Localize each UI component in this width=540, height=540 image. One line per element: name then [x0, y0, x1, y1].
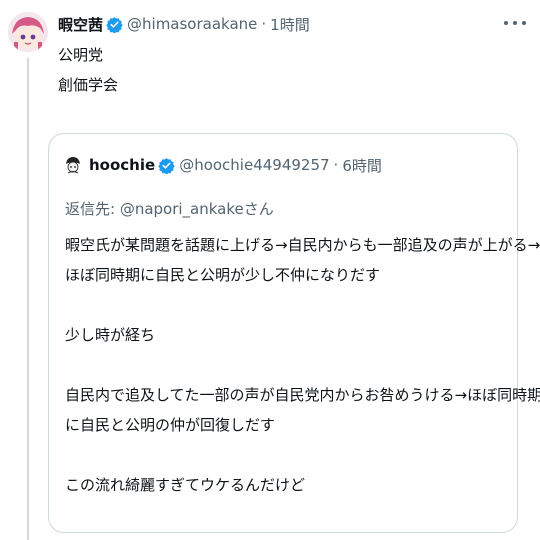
quoted-text-line: に自民と公明の仲が回復しだす	[65, 416, 276, 434]
thread-connector-line	[27, 58, 29, 540]
quoted-text-line	[65, 350, 509, 380]
reply-prefix: 返信先:	[65, 200, 120, 218]
verified-badge-icon	[106, 16, 123, 33]
reply-context: 返信先: @napori_ankakeさん	[65, 198, 274, 219]
quoted-display-name: hoochie	[89, 156, 156, 174]
quoted-text-line: ほぼ同時期に自民と公明が少し不仲になりだす	[65, 266, 381, 284]
quoted-text-line: 自民内で追及してた一部の声が自民党内からお咎めうける→ほぼ同時期	[65, 386, 540, 404]
quoted-text-line	[65, 290, 509, 320]
tweet-text-line: 公明党	[58, 46, 104, 64]
separator-dot: ·	[333, 156, 339, 174]
quoted-text-line: 暇空氏が某問題を話題に上げる→自民内からも一部追及の声が上がる→	[65, 236, 540, 254]
user-avatar[interactable]	[8, 12, 48, 52]
tweet-text-line: 創価学会	[58, 76, 119, 94]
quoted-user-avatar	[63, 155, 83, 175]
verified-badge-icon	[158, 157, 175, 174]
quoted-text-line: この流れ綺麗すぎてウケるんだけど	[65, 476, 306, 494]
tweet-header: 暇空茜 @himasoraakane · 1時間	[58, 12, 310, 36]
quoted-timestamp: 6時間	[342, 156, 382, 175]
tweet-text: 公明党 創価学会	[58, 40, 118, 100]
timestamp[interactable]: 1時間	[270, 14, 310, 35]
tweet[interactable]: 暇空茜 @himasoraakane · 1時間 公明党 創価学会 hoochi…	[0, 0, 540, 540]
reply-mention-link[interactable]: @napori_ankake	[120, 200, 244, 218]
quoted-tweet-text: 暇空氏が某問題を話題に上げる→自民内からも一部追及の声が上がる→ ほぼ同時期に自…	[65, 230, 540, 500]
quoted-tweet-header: hoochie @hoochie44949257 · 6時間	[63, 154, 382, 176]
quoted-tweet[interactable]: hoochie @hoochie44949257 · 6時間 返信先: @nap…	[48, 133, 540, 533]
quoted-user-handle: @hoochie44949257	[179, 156, 330, 174]
user-handle[interactable]: @himasoraakane	[127, 15, 257, 33]
reply-suffix: さん	[243, 200, 274, 218]
quoted-text-line: 少し時が経ち	[65, 326, 156, 344]
display-name[interactable]: 暇空茜	[58, 14, 103, 35]
more-options-icon[interactable]	[504, 14, 526, 32]
quoted-text-line	[65, 440, 509, 470]
separator-dot: ·	[261, 15, 267, 33]
